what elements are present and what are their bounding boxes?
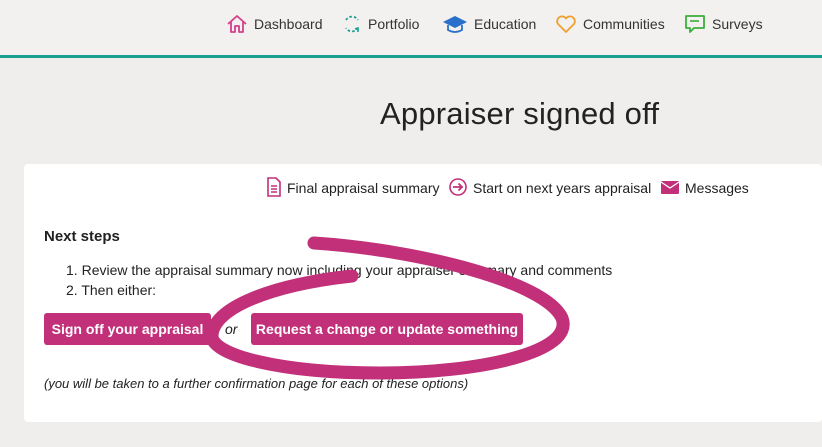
action-label: Messages — [685, 180, 749, 196]
document-icon — [266, 176, 282, 200]
step-item: 2. Then either: — [66, 282, 156, 298]
heart-icon — [555, 13, 577, 35]
next-steps-card: Final appraisal summary Start on next ye… — [24, 164, 822, 422]
action-label: Start on next years appraisal — [473, 180, 652, 196]
action-label: Final appraisal summary — [287, 180, 440, 196]
start-next-appraisal-link[interactable]: Start on next years appraisal — [448, 177, 651, 199]
arrow-circle-icon — [448, 177, 468, 200]
nav-dashboard[interactable]: Dashboard — [226, 11, 323, 37]
next-steps-heading: Next steps — [44, 228, 120, 245]
sign-off-button[interactable]: Sign off your appraisal — [44, 313, 211, 345]
envelope-icon — [660, 179, 680, 198]
request-change-button[interactable]: Request a change or update something — [251, 313, 523, 345]
nav-surveys[interactable]: Surveys — [684, 11, 763, 37]
page-title: Appraiser signed off — [380, 96, 660, 131]
nav-portfolio[interactable]: Portfolio — [342, 11, 419, 37]
step-number: 1. — [66, 262, 78, 278]
step-text: Then either: — [81, 282, 157, 298]
final-appraisal-summary-link[interactable]: Final appraisal summary — [266, 176, 440, 200]
nav-label: Dashboard — [254, 16, 323, 32]
messages-link[interactable]: Messages — [660, 177, 749, 199]
or-separator: or — [225, 321, 238, 337]
step-text: Review the appraisal summary now includi… — [81, 262, 613, 278]
step-number: 2. — [66, 282, 78, 298]
nav-divider — [0, 55, 822, 58]
top-navigation: Dashboard Portfolio Education Communitie… — [0, 0, 822, 55]
refresh-icon — [342, 13, 362, 35]
nav-label: Surveys — [712, 16, 763, 32]
home-icon — [226, 13, 248, 35]
graduation-cap-icon — [442, 13, 468, 35]
nav-communities[interactable]: Communities — [555, 11, 665, 37]
nav-label: Portfolio — [368, 16, 420, 32]
nav-label: Education — [474, 16, 537, 32]
nav-label: Communities — [583, 16, 665, 32]
step-item: 1. Review the appraisal summary now incl… — [66, 262, 612, 278]
confirmation-note: (you will be taken to a further confirma… — [44, 376, 469, 391]
chat-bubble-icon — [684, 13, 706, 35]
nav-education[interactable]: Education — [442, 11, 536, 37]
